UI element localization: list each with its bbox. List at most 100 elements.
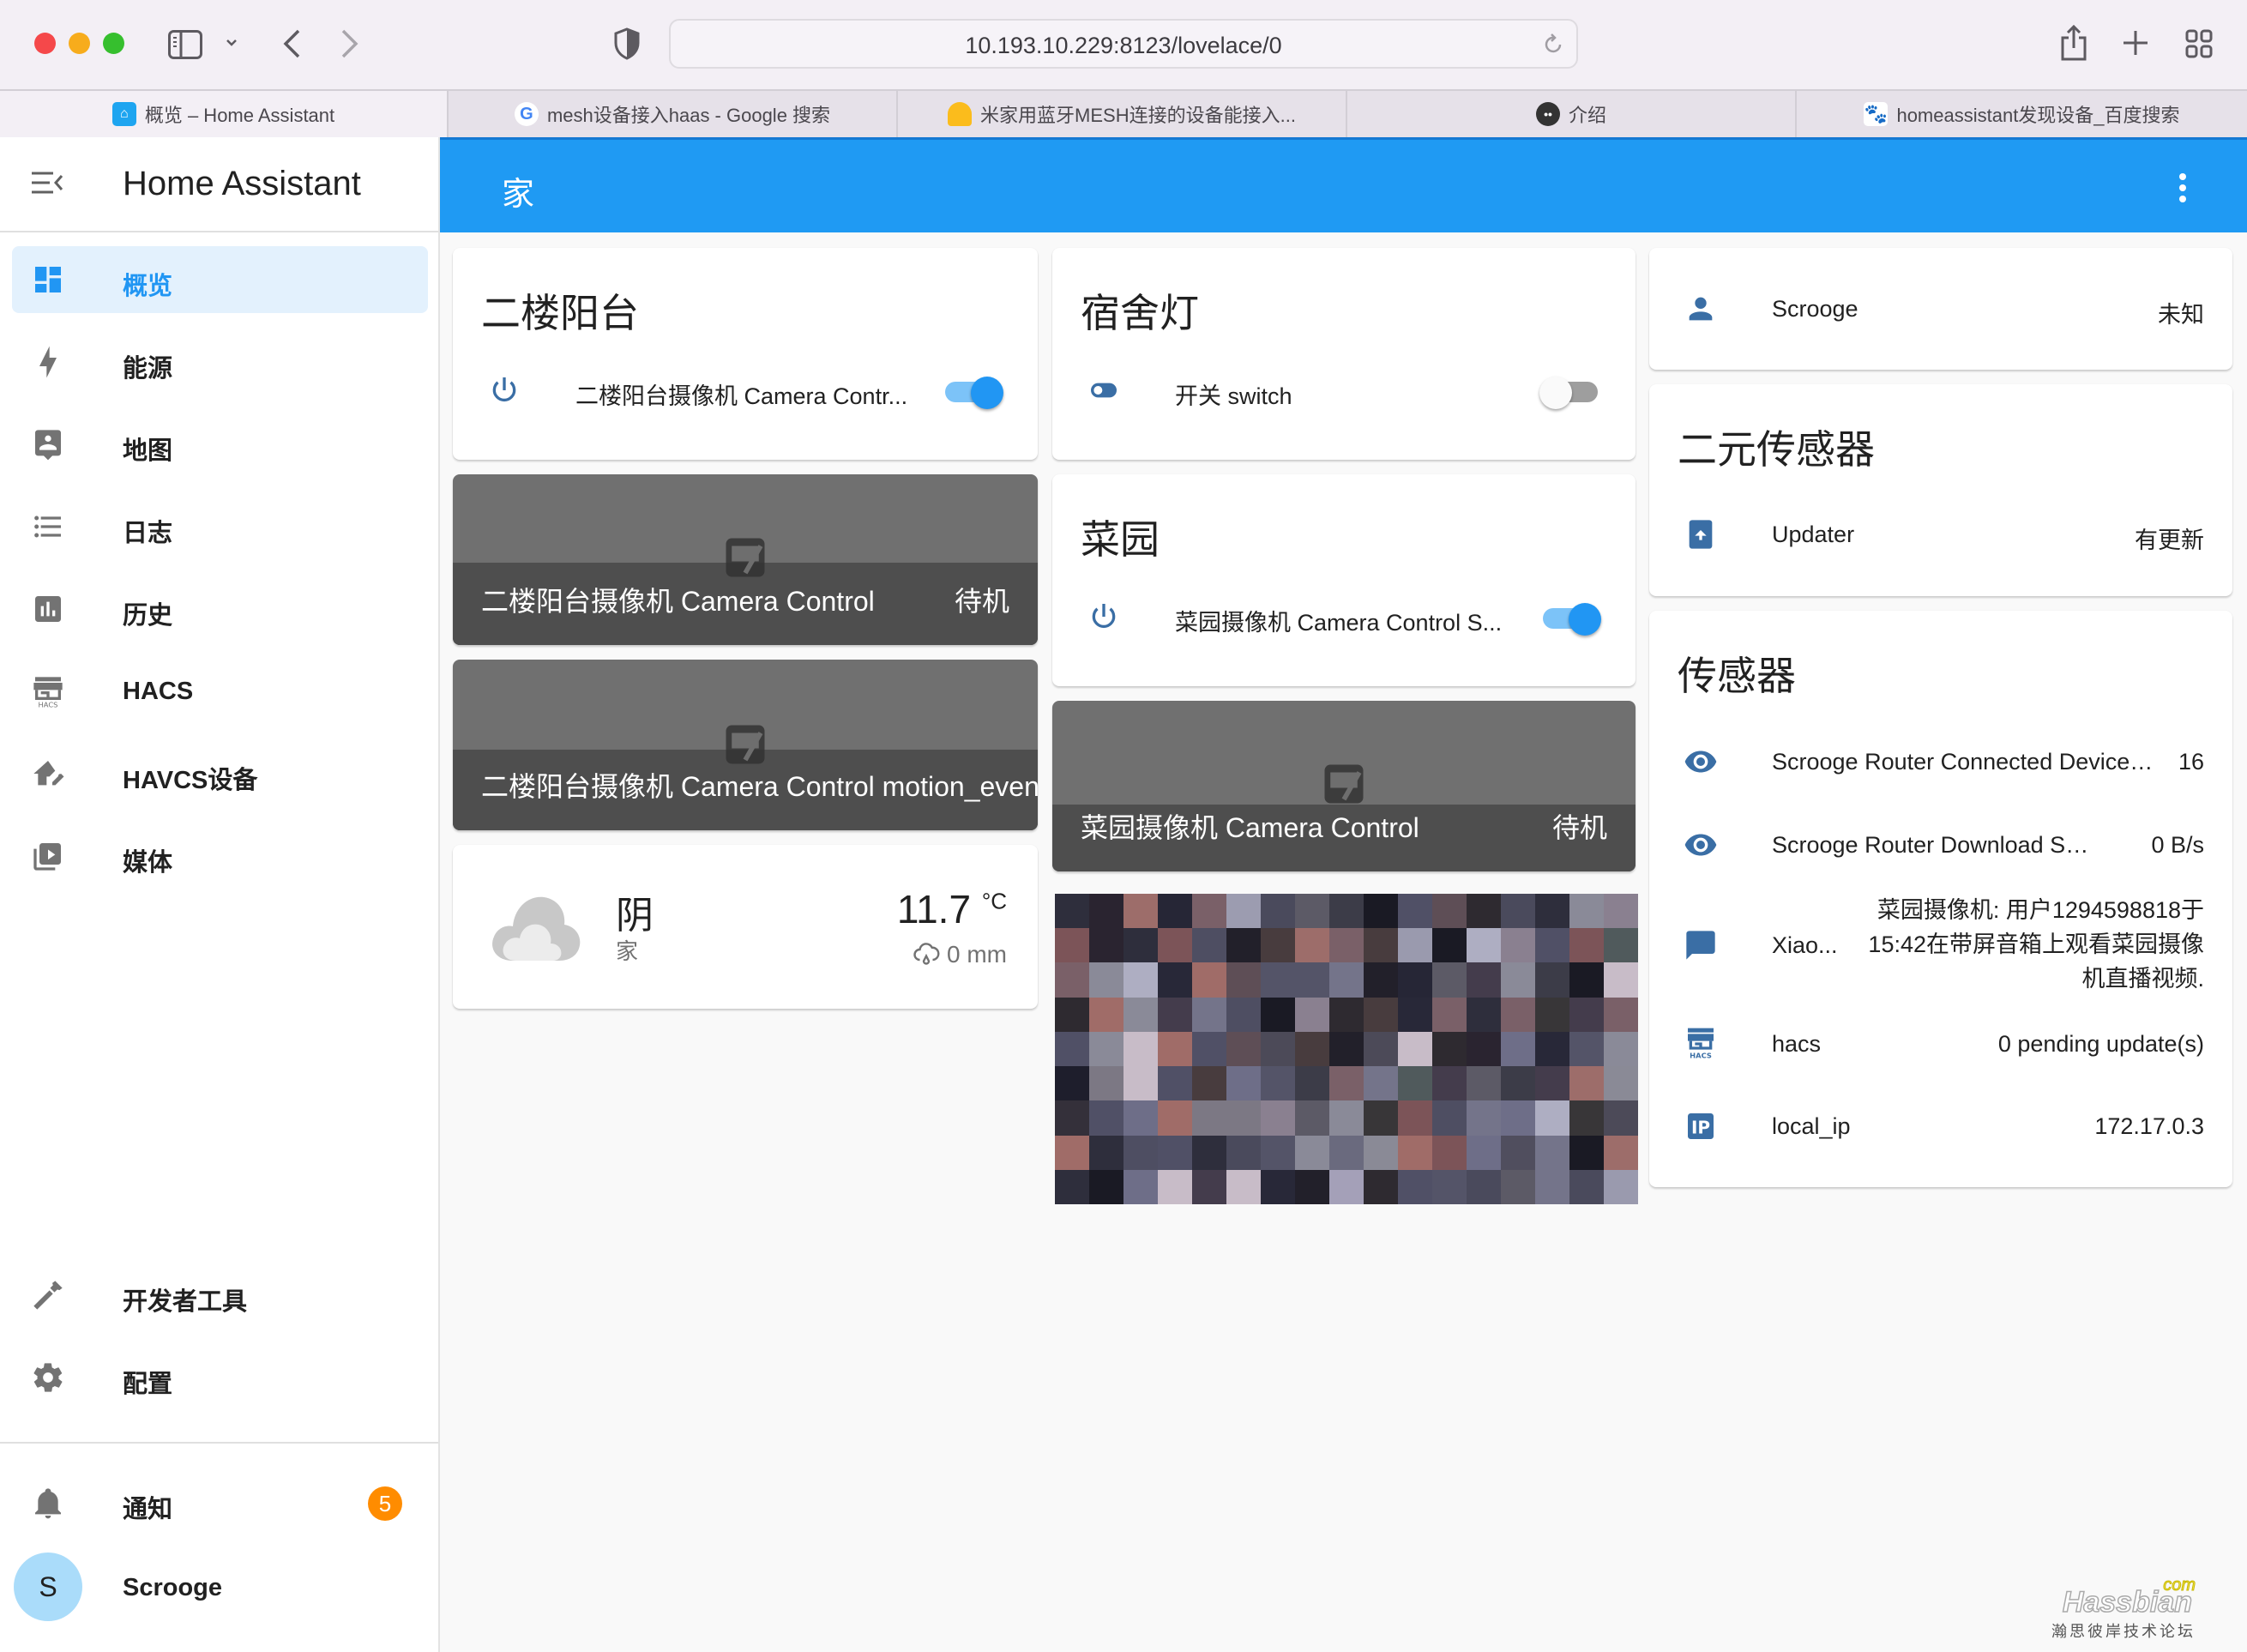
camera-off-image-icon <box>726 538 765 577</box>
toggle-switch-icon <box>1091 383 1117 398</box>
mosaic-pixel <box>1055 997 1089 1032</box>
sidebar-item-label: 概览 <box>123 273 173 300</box>
user-name: Scrooge <box>123 1574 223 1601</box>
entity-toggle[interactable] <box>1539 603 1601 636</box>
minimize-window-button[interactable] <box>69 33 90 54</box>
new-tab-icon[interactable] <box>2122 29 2149 57</box>
sensor-row[interactable]: Scrooge Router Download Speed 0 B/s <box>1649 819 2232 871</box>
sidebar-toggle-icon[interactable] <box>168 30 202 59</box>
entity-name: 菜园摄像机 Camera Control S... <box>1175 610 1503 636</box>
browser-tab[interactable]: 米家用蓝牙MESH连接的设备能接入... <box>898 91 1347 137</box>
zoom-window-button[interactable] <box>103 33 124 54</box>
page-title: 家 <box>502 177 535 213</box>
mosaic-pixel <box>1501 1169 1535 1204</box>
sensor-row[interactable]: Scrooge Router Connected Device ... 16 <box>1649 736 2232 787</box>
mosaic-pixel <box>1158 894 1192 929</box>
mosaic-pixel <box>1364 1031 1398 1067</box>
menu-collapse-icon[interactable] <box>31 170 63 196</box>
entity-toggle[interactable] <box>942 377 1003 409</box>
sidebar-item-user[interactable]: S Scrooge <box>12 1553 428 1621</box>
sidebar-item-map[interactable]: 地图 <box>12 411 428 478</box>
media-play-icon <box>33 843 61 871</box>
mosaic-pixel <box>1055 928 1089 963</box>
url-text[interactable]: 10.193.10.229:8123/lovelace/0 <box>671 33 1576 59</box>
privacy-shield-icon[interactable] <box>614 27 640 60</box>
share-icon[interactable] <box>2060 24 2087 62</box>
google-favicon: G <box>514 102 539 126</box>
mosaic-pixel <box>1501 1135 1535 1170</box>
mosaic-pixel <box>1158 1066 1192 1101</box>
mosaic-pixel <box>1569 1135 1604 1170</box>
mosaic-pixel <box>1398 1135 1432 1170</box>
entity-row[interactable]: 开关 switch <box>1052 365 1636 416</box>
browser-tab[interactable]: ⌂ 概览 – Home Assistant <box>0 91 449 137</box>
sensor-row[interactable]: Xiao... 菜园摄像机: 用户1294598818于15:42在带屏音箱上观… <box>1649 889 2232 1001</box>
entity-name: Updater <box>1772 522 1855 547</box>
entity-row[interactable]: Scrooge 未知 <box>1649 283 2232 335</box>
address-bar[interactable]: 10.193.10.229:8123/lovelace/0 <box>669 19 1578 69</box>
sidebar-item-history[interactable]: 历史 <box>12 576 428 642</box>
sidebar-item-energy[interactable]: 能源 <box>12 329 428 395</box>
mosaic-pixel <box>1124 1066 1158 1101</box>
mosaic-pixel <box>1535 962 1569 998</box>
sidebar-item-logbook[interactable]: 日志 <box>12 493 428 560</box>
mosaic-pixel <box>1261 997 1295 1032</box>
mosaic-pixel <box>1329 962 1364 998</box>
entity-row[interactable]: Updater 有更新 <box>1649 509 2232 560</box>
sidebar-divider <box>0 1442 438 1444</box>
mosaic-pixel <box>1192 928 1226 963</box>
balcony-motion-camera-card[interactable]: 二楼阳台摄像机 Camera Control motion_event <box>453 660 1038 830</box>
mosaic-pixel <box>1295 997 1329 1032</box>
entity-row[interactable]: 二楼阳台摄像机 Camera Contr... <box>453 365 1038 416</box>
more-options-icon[interactable] <box>2178 172 2187 203</box>
mosaic-pixel <box>1364 997 1398 1032</box>
sidebar-item-developer-tools[interactable]: 开发者工具 <box>12 1262 428 1329</box>
mosaic-pixel <box>1158 1100 1192 1136</box>
sensor-row[interactable]: IP local_ip 172.17.0.3 <box>1649 1100 2232 1152</box>
mosaic-pixel <box>1364 962 1398 998</box>
sensor-row[interactable]: HACS hacs 0 pending update(s) <box>1649 1018 2232 1070</box>
sidebar-item-label: 地图 <box>123 437 173 465</box>
sidebar-item-label: HACS <box>123 678 194 705</box>
mosaic-pixel <box>1295 962 1329 998</box>
entity-toggle[interactable] <box>1539 377 1601 409</box>
camera-off-image-icon <box>1324 764 1364 804</box>
sidebar-item-notifications[interactable]: 通知 5 <box>12 1469 428 1536</box>
sidebar-item-havcs[interactable]: HAVCS设备 <box>12 740 428 807</box>
sidebar-item-overview[interactable]: 概览 <box>12 246 428 313</box>
mosaic-pixel <box>1467 997 1501 1032</box>
entity-row[interactable]: 菜园摄像机 Camera Control S... <box>1052 591 1636 642</box>
weather-card[interactable]: 阴 家 11.7 °C 0 mm <box>453 845 1038 1009</box>
watermark-com: com <box>2163 1576 2196 1595</box>
browser-tab[interactable]: G mesh设备接入haas - Google 搜索 <box>449 91 898 137</box>
sidebar-item-hacs[interactable]: HACS HACS <box>12 658 428 725</box>
mosaic-pixel <box>1261 928 1295 963</box>
sidebar-item-config[interactable]: 配置 <box>12 1344 428 1411</box>
mosaic-pixel <box>1055 1169 1089 1204</box>
mosaic-pixel <box>1329 1100 1364 1136</box>
mosaic-pixel <box>1329 1169 1364 1204</box>
close-window-button[interactable] <box>34 33 56 54</box>
mosaic-pixel <box>1398 997 1432 1032</box>
sensors-card: 传感器 Scrooge Router Connected Device ... … <box>1649 611 2232 1187</box>
balcony-camera-card[interactable]: 二楼阳台摄像机 Camera Control 待机 <box>453 474 1038 645</box>
forward-icon[interactable] <box>340 28 360 59</box>
reload-icon[interactable] <box>1544 31 1564 57</box>
sidebar-item-media[interactable]: 媒体 <box>12 823 428 889</box>
tab-overview-icon[interactable] <box>2185 29 2213 58</box>
sensor-state: 172.17.0.3 <box>2094 1113 2204 1139</box>
watermark-subtitle: 瀚思彼岸技术论坛 <box>2051 1623 2196 1640</box>
mosaic-pixel <box>1535 1031 1569 1067</box>
precipitation-value: 0 mm <box>947 941 1007 968</box>
chevron-down-icon[interactable] <box>225 38 238 48</box>
sidebar-item-label: HAVCS设备 <box>123 767 258 794</box>
mosaic-pixel <box>1226 1135 1261 1170</box>
mosaic-pixel <box>1055 1100 1089 1136</box>
back-icon[interactable] <box>281 28 302 59</box>
mosaic-pixel <box>1089 1100 1124 1136</box>
browser-tab[interactable]: 🐾 homeassistant发现设备_百度搜索 <box>1797 91 2247 137</box>
sidebar: Home Assistant 概览 能源 地图 日志 历史 HACS HACS … <box>0 137 440 1652</box>
mosaic-pixel <box>1398 894 1432 929</box>
garden-camera-card[interactable]: 菜园摄像机 Camera Control 待机 <box>1052 701 1636 871</box>
browser-tab[interactable]: •• 介绍 <box>1347 91 1797 137</box>
